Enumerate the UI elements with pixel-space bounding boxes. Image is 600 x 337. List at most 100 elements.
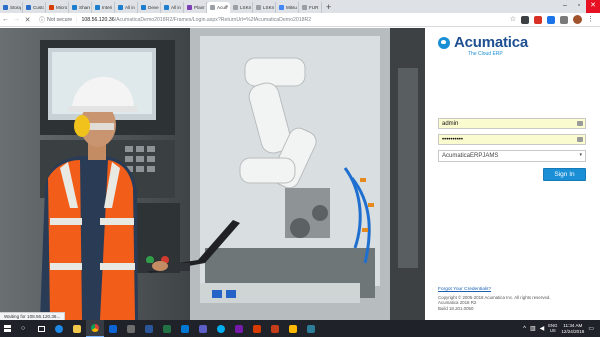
tab-title: LSKn (240, 5, 251, 10)
app-icon[interactable] (248, 320, 266, 337)
password-field[interactable]: •••••••••• (438, 134, 586, 145)
close-window-icon[interactable]: ✕ (586, 0, 600, 13)
tab-favicon-icon (164, 5, 169, 10)
lang-bottom: US (549, 327, 556, 333)
windows-logo-icon (3, 325, 11, 332)
info-icon[interactable]: ⓘ (39, 15, 45, 24)
password-value: •••••••••• (442, 136, 464, 143)
maximize-icon[interactable]: ▫ (572, 0, 586, 13)
chevron-down-icon: ▾ (579, 152, 582, 158)
factory-illustration (0, 28, 425, 320)
url-path: /AcumaticaDemo2018R2/Frames/Login.aspx?R… (114, 16, 312, 23)
browser-tab-strip: Storą Custo Micro Share Interi All in Deve All … (0, 0, 600, 13)
network-icon[interactable]: ▥ (530, 325, 536, 332)
address-bar[interactable]: ⓘ Not secure | 108.56.120.36/AcumaticaDe… (39, 15, 479, 25)
app-icon[interactable] (284, 320, 302, 337)
system-clock[interactable]: 11:34 AM 12/24/2018 (561, 323, 584, 333)
word-icon[interactable] (140, 320, 158, 337)
tab-favicon-icon (118, 5, 123, 10)
search-icon[interactable]: ○ (14, 320, 32, 337)
username-field[interactable]: admin (438, 118, 586, 129)
browser-tab[interactable]: Custo (23, 2, 46, 13)
chrome-menu-icon[interactable]: ⋮ (587, 16, 594, 24)
browser-tab[interactable]: Acum × (207, 2, 230, 13)
volume-icon[interactable]: ◀ (540, 325, 545, 332)
chevron-up-icon[interactable]: ^ (523, 326, 526, 332)
tab-favicon-icon (256, 5, 261, 10)
notifications-icon[interactable]: ▭ (588, 325, 594, 332)
company-value: AcumaticaERPJAMS (442, 153, 499, 159)
tab-favicon-icon (210, 5, 215, 10)
system-tray: ^ ▥ ◀ ENG US 11:34 AM 12/24/2018 ▭ (523, 320, 594, 337)
excel-icon[interactable] (158, 320, 176, 337)
acumatica-cloud-icon (438, 36, 450, 49)
input-language[interactable]: ENG US (548, 323, 557, 333)
tab-title: Custo (33, 5, 44, 10)
onenote-icon[interactable] (230, 320, 248, 337)
tab-title: Storą (10, 5, 21, 10)
brand-tagline: The Cloud ERP (468, 51, 503, 57)
tab-favicon-icon (26, 5, 31, 10)
tab-favicon-icon (95, 5, 100, 10)
browser-tab[interactable]: Interi (92, 2, 115, 13)
tab-favicon-icon (141, 5, 146, 10)
browser-tab[interactable]: Plann (184, 2, 207, 13)
teams-icon[interactable] (194, 320, 212, 337)
stop-loading-icon[interactable]: ✕ (22, 16, 33, 24)
tab-title: Share (79, 5, 90, 10)
powerpoint-icon[interactable] (266, 320, 284, 337)
tab-title: Plann (194, 5, 205, 10)
browser-tab[interactable]: Deve (138, 2, 161, 13)
toolbar-extensions: ☆ ⋮ (510, 15, 594, 24)
login-panel: Acumatica The Cloud ERP admin ••••••••••… (425, 28, 600, 320)
profile-avatar[interactable] (573, 15, 582, 24)
security-label: Not secure (47, 16, 73, 23)
outlook-icon[interactable] (176, 320, 194, 337)
tab-title: LSKn (263, 5, 274, 10)
star-icon[interactable]: ☆ (510, 16, 516, 24)
new-tab-button[interactable]: + (326, 2, 331, 13)
sign-in-button[interactable]: Sign In (543, 168, 586, 181)
extension-icon-2[interactable] (534, 15, 542, 24)
company-select[interactable]: AcumaticaERPJAMS ▾ (438, 150, 586, 162)
browser-tab[interactable]: All in (161, 2, 184, 13)
tab-title: All in (125, 5, 135, 10)
tab-favicon-icon (72, 5, 77, 10)
browser-tab[interactable]: Share (69, 2, 92, 13)
forgot-credentials-link[interactable]: Forgot Your Credentials? (438, 287, 491, 292)
edge-icon[interactable] (50, 320, 68, 337)
skype-icon[interactable] (212, 320, 230, 337)
extension-icon-4[interactable] (560, 15, 568, 24)
password-manager-icon[interactable] (577, 137, 583, 142)
browser-tab[interactable]: Storą (0, 2, 23, 13)
copyright-block: Copyright © 2005-2018 Acumatica Inc. All… (438, 295, 551, 311)
browser-tab[interactable]: Mitsu (276, 2, 299, 13)
start-button[interactable] (0, 320, 14, 337)
close-tab-icon[interactable]: × (225, 4, 228, 10)
browser-tab[interactable]: LSKn (230, 2, 253, 13)
task-view-icon[interactable] (32, 320, 50, 337)
store-icon[interactable] (122, 320, 140, 337)
mail-icon[interactable] (104, 320, 122, 337)
browser-toolbar: ← → ✕ ⓘ Not secure | 108.56.120.36/Acuma… (0, 13, 600, 27)
minimize-icon[interactable]: – (558, 0, 572, 13)
extension-icon-3[interactable] (547, 15, 555, 24)
hero-photo (0, 28, 425, 320)
forward-icon[interactable]: → (11, 16, 22, 23)
browser-tab[interactable]: Micro (46, 2, 69, 13)
back-icon[interactable]: ← (0, 16, 11, 23)
file-explorer-icon[interactable] (68, 320, 86, 337)
password-manager-icon[interactable] (577, 121, 583, 126)
build-text: Build 18.201.0050 (438, 305, 474, 311)
tab-favicon-icon (187, 5, 192, 10)
loading-status: Waiting for 108.56.120.36... (0, 312, 66, 320)
tab-title: Mitsu (286, 5, 297, 10)
username-value: admin (442, 120, 459, 127)
extension-icon-1[interactable] (521, 15, 529, 24)
chrome-icon[interactable] (86, 320, 104, 337)
browser-tab[interactable]: LSKn (253, 2, 276, 13)
page-content: Acumatica The Cloud ERP admin ••••••••••… (0, 28, 600, 320)
app-icon[interactable] (302, 320, 320, 337)
browser-tab[interactable]: All in (115, 2, 138, 13)
browser-tab[interactable]: FUR (299, 2, 322, 13)
